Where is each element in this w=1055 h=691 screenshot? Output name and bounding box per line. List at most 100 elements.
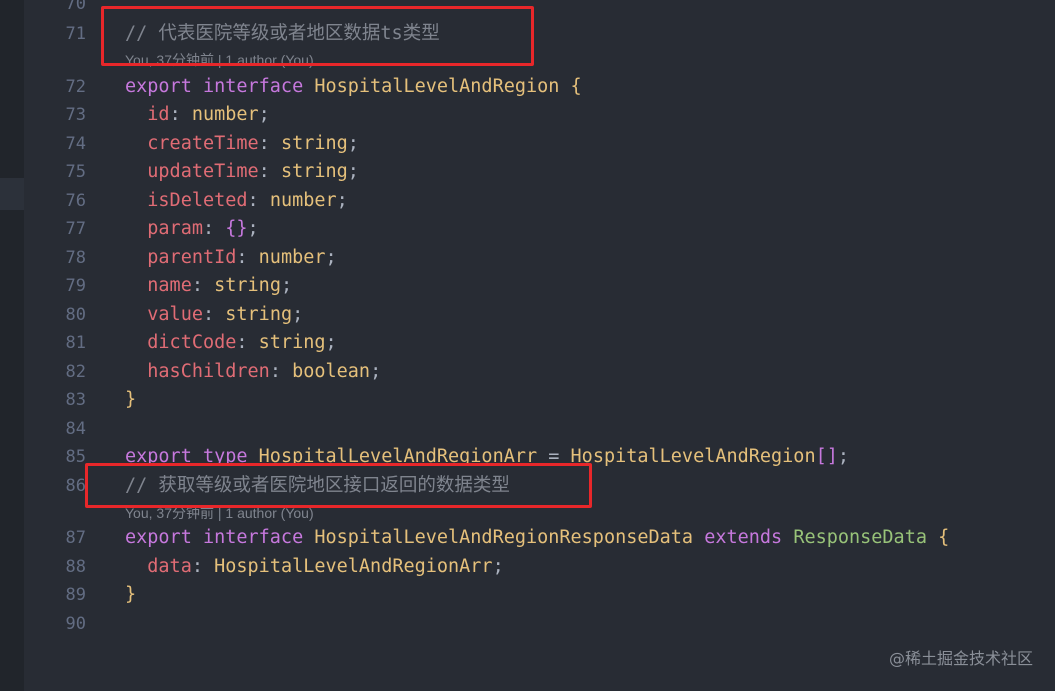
line-number: 85 xyxy=(65,447,86,467)
property-type: number xyxy=(269,190,337,211)
colon: : xyxy=(191,556,203,577)
property-name: hasChildren xyxy=(147,361,270,382)
colon: : xyxy=(169,104,181,125)
property-type: {} xyxy=(225,218,248,239)
line-number: 77 xyxy=(65,219,86,239)
line-number: 79 xyxy=(65,276,86,296)
code-line-74[interactable]: 74 createTime: string; xyxy=(0,130,1055,158)
semicolon: ; xyxy=(247,218,259,239)
property-type: boolean xyxy=(292,361,371,382)
parent-interface: ResponseData xyxy=(793,527,927,548)
line-number: 88 xyxy=(65,557,86,577)
line-number: 73 xyxy=(65,105,86,125)
keyword-export: export xyxy=(125,527,192,548)
line-number: 74 xyxy=(65,134,86,154)
line-number: 81 xyxy=(65,333,86,353)
property-name: updateTime xyxy=(147,161,259,182)
colon: : xyxy=(258,161,270,182)
code-line-76[interactable]: 76 isDeleted: number; xyxy=(0,187,1055,215)
open-brace: { xyxy=(938,527,950,548)
semicolon: ; xyxy=(258,104,270,125)
property-name: data xyxy=(147,556,192,577)
keyword-export: export xyxy=(125,76,192,97)
code-line-89[interactable]: 89 } xyxy=(0,581,1055,609)
watermark: @稀土掘金技术社区 xyxy=(888,649,1033,668)
open-brace: { xyxy=(570,76,582,97)
colon: : xyxy=(202,304,215,325)
line-number: 71 xyxy=(65,24,86,44)
property-name: createTime xyxy=(147,133,259,154)
keyword-interface: interface xyxy=(202,527,304,548)
colon: : xyxy=(236,247,248,268)
line-number: 90 xyxy=(65,614,86,634)
semicolon: ; xyxy=(837,446,850,467)
semicolon: ; xyxy=(347,133,359,154)
semicolon: ; xyxy=(347,161,359,182)
code-line-78[interactable]: 78 parentId: number; xyxy=(0,244,1055,272)
property-name: parentId xyxy=(147,247,237,268)
property-name: param xyxy=(147,218,203,239)
keyword-interface: interface xyxy=(202,76,304,97)
code-line-88[interactable]: 88 data: HospitalLevelAndRegionArr; xyxy=(0,553,1055,581)
interface-name: HospitalLevelAndRegion xyxy=(314,76,560,97)
type-reference: HospitalLevelAndRegion xyxy=(570,446,816,467)
property-type: string xyxy=(280,161,348,182)
line-number: 83 xyxy=(65,390,86,410)
annotation-highlight-box xyxy=(101,6,534,66)
line-number: 76 xyxy=(65,191,86,211)
line-number: 82 xyxy=(65,362,86,382)
code-line-79[interactable]: 79 name: string; xyxy=(0,272,1055,300)
property-name: id xyxy=(147,104,170,125)
code-line-83[interactable]: 83 } xyxy=(0,386,1055,414)
property-type: string xyxy=(280,133,348,154)
colon: : xyxy=(191,275,203,296)
colon: : xyxy=(247,190,259,211)
interface-name: HospitalLevelAndRegionResponseData xyxy=(314,527,694,548)
semicolon: ; xyxy=(370,361,382,382)
code-line-75[interactable]: 75 updateTime: string; xyxy=(0,158,1055,186)
code-line-73[interactable]: 73 id: number; xyxy=(0,101,1055,129)
semicolon: ; xyxy=(492,556,504,577)
code-line-84[interactable]: 84 xyxy=(0,415,1055,443)
line-number: 75 xyxy=(65,162,86,182)
line-number: 84 xyxy=(65,419,86,439)
property-name: isDeleted xyxy=(147,190,248,211)
semicolon: ; xyxy=(280,275,293,296)
close-brace: } xyxy=(125,584,137,605)
property-type: number xyxy=(191,104,259,125)
line-number: 72 xyxy=(65,77,86,97)
colon: : xyxy=(269,361,281,382)
property-name: dictCode xyxy=(147,332,237,353)
semicolon: ; xyxy=(292,304,304,325)
annotation-highlight-box xyxy=(85,463,592,508)
array-brackets: [] xyxy=(815,446,838,467)
colon: : xyxy=(258,133,270,154)
code-line-72[interactable]: 72 export interface HospitalLevelAndRegi… xyxy=(0,73,1055,101)
colon: : xyxy=(202,218,215,239)
code-line-82[interactable]: 82 hasChildren: boolean; xyxy=(0,358,1055,386)
property-type: HospitalLevelAndRegionArr xyxy=(214,556,493,577)
code-line-90[interactable]: 90 xyxy=(0,610,1055,638)
line-number: 89 xyxy=(65,585,86,605)
semicolon: ; xyxy=(325,332,337,353)
property-name: value xyxy=(147,304,203,325)
property-type: string xyxy=(225,304,293,325)
line-number: 70 xyxy=(65,0,86,14)
code-line-87[interactable]: 87 export interface HospitalLevelAndRegi… xyxy=(0,524,1055,552)
property-type: number xyxy=(258,247,326,268)
semicolon: ; xyxy=(336,190,348,211)
property-type: string xyxy=(258,332,326,353)
code-line-77[interactable]: 77 param: {}; xyxy=(0,215,1055,243)
code-editor[interactable]: 70 71 // 代表医院等级或者地区数据ts类型 You, 37分钟前 | 1… xyxy=(0,0,1055,691)
property-type: string xyxy=(214,275,281,296)
colon: : xyxy=(236,332,248,353)
property-name: name xyxy=(147,275,192,296)
semicolon: ; xyxy=(325,247,337,268)
line-number: 78 xyxy=(65,248,86,268)
line-number: 87 xyxy=(65,528,86,548)
keyword-extends: extends xyxy=(704,527,783,548)
code-line-81[interactable]: 81 dictCode: string; xyxy=(0,329,1055,357)
line-number: 80 xyxy=(65,305,86,325)
close-brace: } xyxy=(125,389,137,410)
code-line-80[interactable]: 80 value: string; xyxy=(0,301,1055,329)
